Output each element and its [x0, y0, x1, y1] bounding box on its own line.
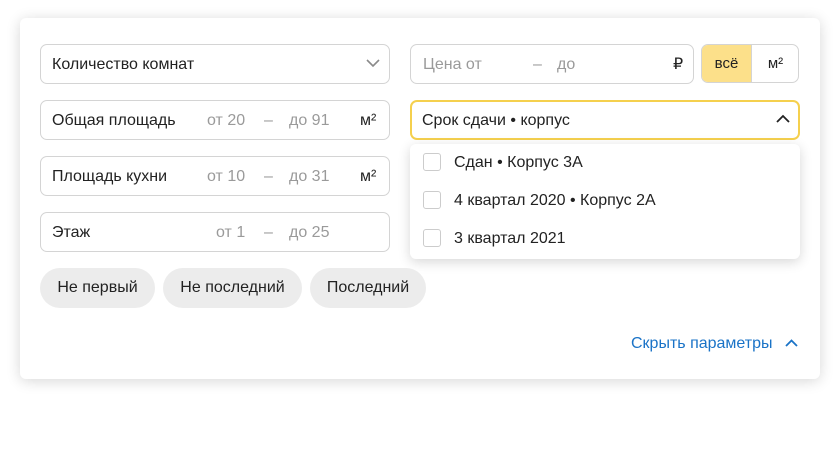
filters-panel: Количество комнат Цена от – до ₽ всё м² …: [20, 18, 820, 379]
total-area-dash: –: [264, 112, 273, 129]
chevron-up-icon: [785, 339, 798, 347]
price-mode-per-m2-button[interactable]: м²: [751, 45, 798, 82]
price-mode-all-button[interactable]: всё: [702, 45, 751, 82]
deadline-select-label: Срок сдачи • корпус: [422, 112, 570, 129]
total-area-field[interactable]: Общая площадь от 20 – до 91 м²: [40, 100, 390, 140]
floor-field[interactable]: Этаж от 1 – до 25: [40, 212, 390, 252]
currency-label: ₽: [673, 56, 684, 73]
deadline-option-label: 3 квартал 2021: [454, 230, 566, 247]
checkbox[interactable]: [423, 153, 441, 171]
kitchen-area-to-input[interactable]: до 31: [289, 168, 329, 186]
chevron-down-icon: [366, 59, 380, 68]
price-mode-toggle: всё м²: [701, 44, 799, 83]
kitchen-area-label: Площадь кухни: [52, 168, 168, 185]
total-area-to-input[interactable]: до 91: [289, 112, 329, 130]
chip-last[interactable]: Последний: [310, 268, 426, 308]
chip-not-first[interactable]: Не первый: [40, 268, 155, 308]
floor-label: Этаж: [52, 224, 91, 241]
chip-not-last[interactable]: Не последний: [163, 268, 302, 308]
deadline-select[interactable]: Срок сдачи • корпус: [410, 100, 800, 140]
kitchen-area-dash: –: [264, 168, 273, 185]
deadline-option-label: 4 квартал 2020 • Корпус 2А: [454, 192, 656, 209]
kitchen-area-field[interactable]: Площадь кухни от 10 – до 31 м²: [40, 156, 390, 196]
deadline-option-label: Сдан • Корпус 3А: [454, 154, 583, 171]
kitchen-area-unit: м²: [360, 168, 377, 185]
deadline-dropdown: Сдан • Корпус 3А 4 квартал 2020 • Корпус…: [410, 144, 800, 259]
floor-to-input[interactable]: до 25: [289, 224, 329, 242]
price-from-input[interactable]: Цена от: [423, 56, 482, 74]
total-area-from-input[interactable]: от 20: [207, 112, 245, 130]
floor-from-input[interactable]: от 1: [216, 224, 245, 242]
total-area-label: Общая площадь: [52, 112, 176, 129]
total-area-unit: м²: [360, 112, 377, 129]
rooms-select-label: Количество комнат: [52, 56, 195, 73]
price-to-input[interactable]: до: [557, 56, 575, 74]
hide-parameters-link[interactable]: Скрыть параметры: [631, 335, 798, 353]
rooms-select[interactable]: Количество комнат: [40, 44, 390, 84]
checkbox[interactable]: [423, 191, 441, 209]
floor-dash: –: [264, 224, 273, 241]
hide-parameters-label: Скрыть параметры: [631, 335, 773, 352]
checkbox[interactable]: [423, 229, 441, 247]
price-dash: –: [533, 56, 542, 73]
chevron-up-icon: [776, 114, 790, 123]
price-field[interactable]: Цена от – до ₽: [410, 44, 694, 84]
kitchen-area-from-input[interactable]: от 10: [207, 168, 245, 186]
